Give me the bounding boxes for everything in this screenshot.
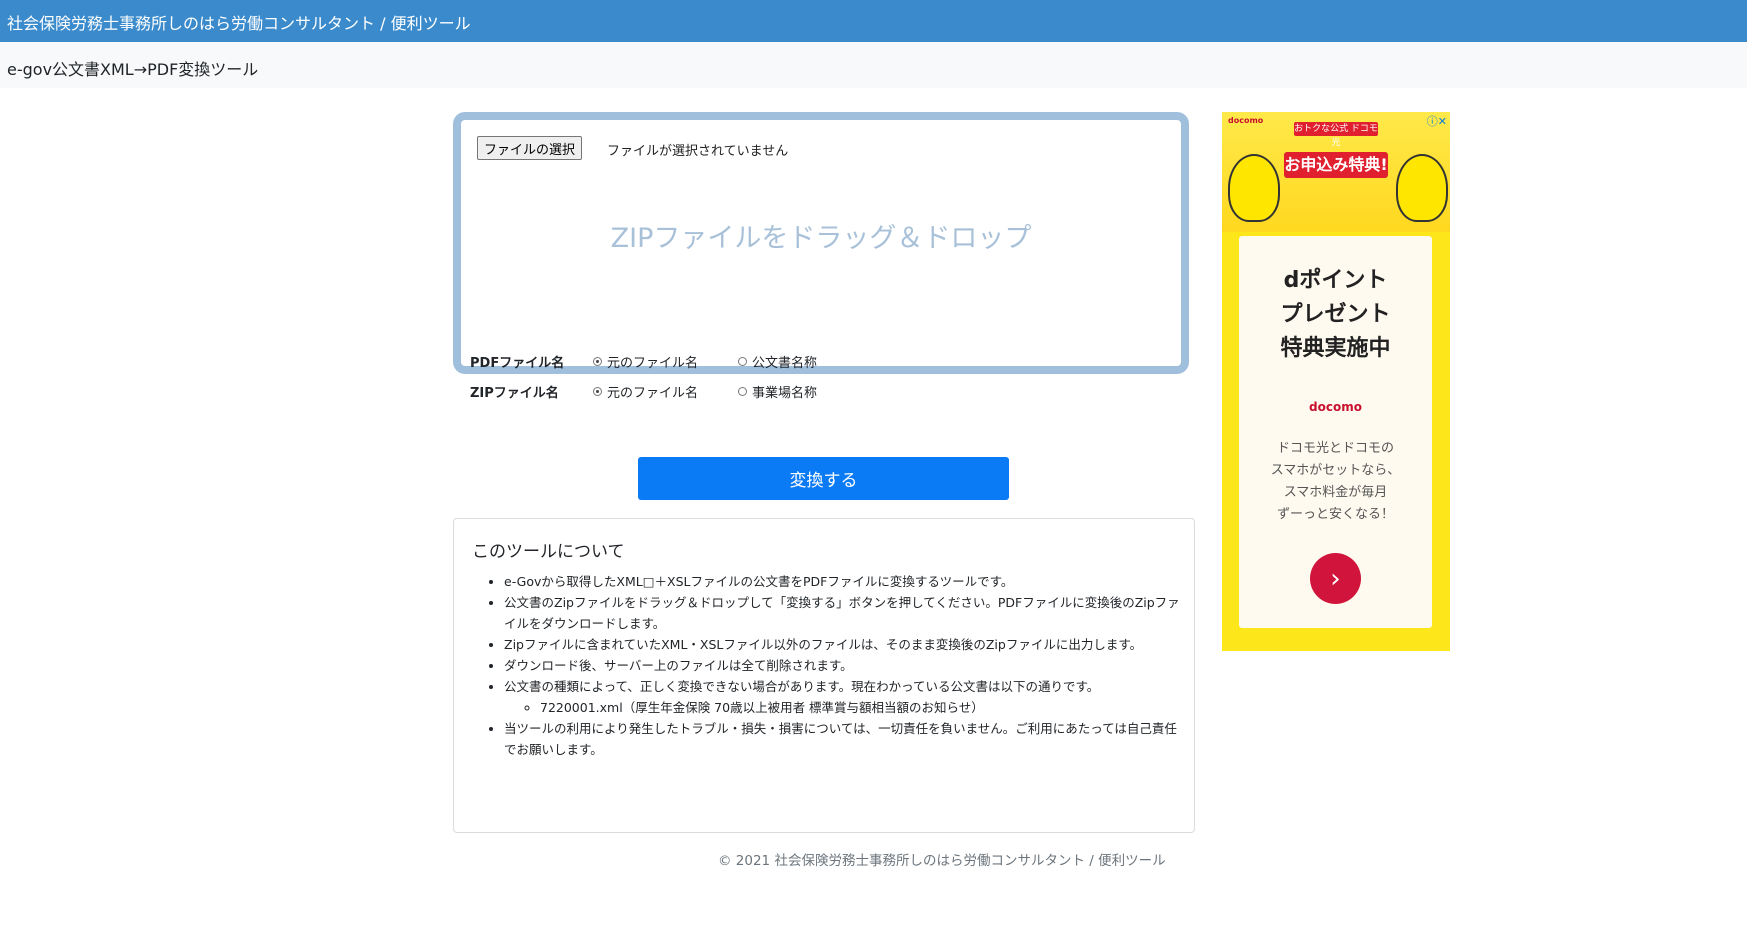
list-item-text: 公文書の種類によって、正しく変換できない場合があります。現在わかっている公文書は… bbox=[504, 679, 1100, 694]
ad-arrow-icon[interactable]: › bbox=[1310, 553, 1361, 604]
pdf-filename-label: PDFファイル名 bbox=[470, 356, 565, 371]
pdf-original-radio[interactable]: 元のファイル名 bbox=[593, 352, 698, 371]
choose-file-button[interactable]: ファイルの選択 bbox=[477, 136, 583, 160]
page-title: e-gov公文書XML→PDF変換ツール bbox=[7, 60, 259, 79]
ad-card[interactable]: dポイント プレゼント 特典実施中 docomo ドコモ光とドコモの スマホがセ… bbox=[1239, 236, 1432, 628]
ad-brand: docomo bbox=[1228, 116, 1264, 125]
ad-banner-main: お申込み特典! bbox=[1284, 152, 1388, 178]
radio-label: 公文書名称 bbox=[752, 356, 818, 371]
drop-hint: ZIPファイルをドラッグ＆ドロップ bbox=[610, 223, 1032, 254]
ad-banner-top: おトクな公式 ドコモ光 bbox=[1294, 122, 1378, 148]
radio-label: 元のファイル名 bbox=[607, 386, 699, 401]
sub-list-item: 7220001.xml（厚生年金保険 70歳以上被用者 標準賞与額相当額のお知ら… bbox=[540, 697, 1180, 718]
about-list: e-Govから取得したXML□＋XSLファイルの公文書をPDFファイルに変換する… bbox=[484, 571, 1180, 760]
radio-circle[interactable] bbox=[593, 357, 602, 366]
drop-zone[interactable]: ファイルの選択 ファイルが選択されていません ZIPファイルをドラッグ＆ドロップ bbox=[453, 112, 1189, 374]
list-item: 公文書のZipファイルをドラッグ＆ドロップして「変換する」ボタンを押してください… bbox=[504, 592, 1180, 634]
pdf-docname-radio[interactable]: 公文書名称 bbox=[738, 352, 817, 371]
sub-header: e-gov公文書XML→PDF変換ツール bbox=[0, 42, 1747, 88]
advertisement[interactable]: docomo ⓘ✕ おトクな公式 ドコモ光 お申込み特典! dポイント プレゼン… bbox=[1222, 112, 1450, 651]
about-title: このツールについて bbox=[472, 542, 625, 562]
list-item: 当ツールの利用により発生したトラブル・損失・損害については、一切責任を負いません… bbox=[504, 718, 1180, 760]
list-item: ダウンロード後、サーバー上のファイルは全て削除されます。 bbox=[504, 655, 1180, 676]
zip-filename-label: ZIPファイル名 bbox=[470, 386, 559, 401]
list-item: e-Govから取得したXML□＋XSLファイルの公文書をPDFファイルに変換する… bbox=[504, 571, 1180, 592]
radio-circle[interactable] bbox=[593, 387, 602, 396]
zip-original-radio[interactable]: 元のファイル名 bbox=[593, 382, 698, 401]
radio-circle[interactable] bbox=[738, 357, 747, 366]
footer-copyright: © 2021 社会保険労務士事務所しのはら労働コンサルタント / 便利ツール bbox=[718, 853, 1166, 869]
radio-circle[interactable] bbox=[738, 387, 747, 396]
about-card: このツールについて e-Govから取得したXML□＋XSLファイルの公文書をPD… bbox=[453, 518, 1195, 833]
ad-headline: dポイント プレゼント 特典実施中 bbox=[1280, 268, 1391, 361]
zip-office-radio[interactable]: 事業場名称 bbox=[738, 382, 817, 401]
ad-mascot-icon bbox=[1396, 154, 1448, 222]
ad-mascot-icon bbox=[1228, 154, 1280, 222]
list-item: Zipファイルに含まれていたXML・XSLファイル以外のファイルは、そのまま変換… bbox=[504, 634, 1180, 655]
sub-list: 7220001.xml（厚生年金保険 70歳以上被用者 標準賞与額相当額のお知ら… bbox=[504, 697, 1180, 718]
navbar: 社会保険労務士事務所しのはら労働コンサルタント / 便利ツール bbox=[0, 0, 1747, 42]
convert-button[interactable]: 変換する bbox=[638, 457, 1009, 500]
ad-close-icon[interactable]: ⓘ✕ bbox=[1427, 113, 1447, 129]
site-brand[interactable]: 社会保険労務士事務所しのはら労働コンサルタント / 便利ツール bbox=[7, 10, 471, 34]
file-status: ファイルが選択されていません bbox=[607, 144, 789, 159]
radio-label: 事業場名称 bbox=[752, 386, 818, 401]
list-item: 公文書の種類によって、正しく変換できない場合があります。現在わかっている公文書は… bbox=[504, 676, 1180, 718]
ad-docomo-logo: docomo bbox=[1309, 400, 1362, 414]
ad-body-text: ドコモ光とドコモの スマホがセットなら、 スマホ料金が毎月 ずーっと安くなる！ bbox=[1270, 441, 1401, 522]
radio-label: 元のファイル名 bbox=[607, 356, 699, 371]
ad-top-banner[interactable]: docomo ⓘ✕ おトクな公式 ドコモ光 お申込み特典! bbox=[1222, 112, 1450, 232]
